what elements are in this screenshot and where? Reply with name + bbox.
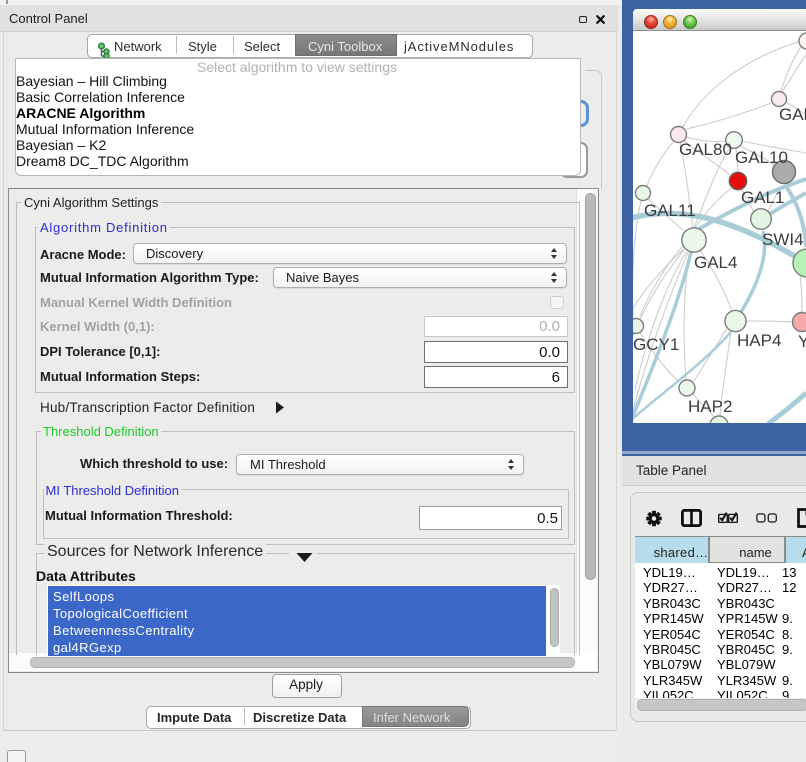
svg-text:HAP4: HAP4	[737, 331, 781, 350]
svg-text:YE: YE	[798, 332, 806, 351]
svg-text:HAP2: HAP2	[688, 397, 732, 416]
svg-text:GCY1: GCY1	[633, 335, 679, 354]
svg-text:GAL80: GAL80	[679, 140, 732, 159]
svg-text:GAL10: GAL10	[735, 148, 788, 167]
svg-text:GAL1: GAL1	[741, 188, 784, 207]
svg-text:SWI4: SWI4	[762, 230, 804, 249]
svg-text:GAL4: GAL4	[694, 253, 737, 272]
svg-text:GAL11: GAL11	[644, 201, 696, 220]
svg-text:GAL2: GAL2	[779, 105, 806, 124]
